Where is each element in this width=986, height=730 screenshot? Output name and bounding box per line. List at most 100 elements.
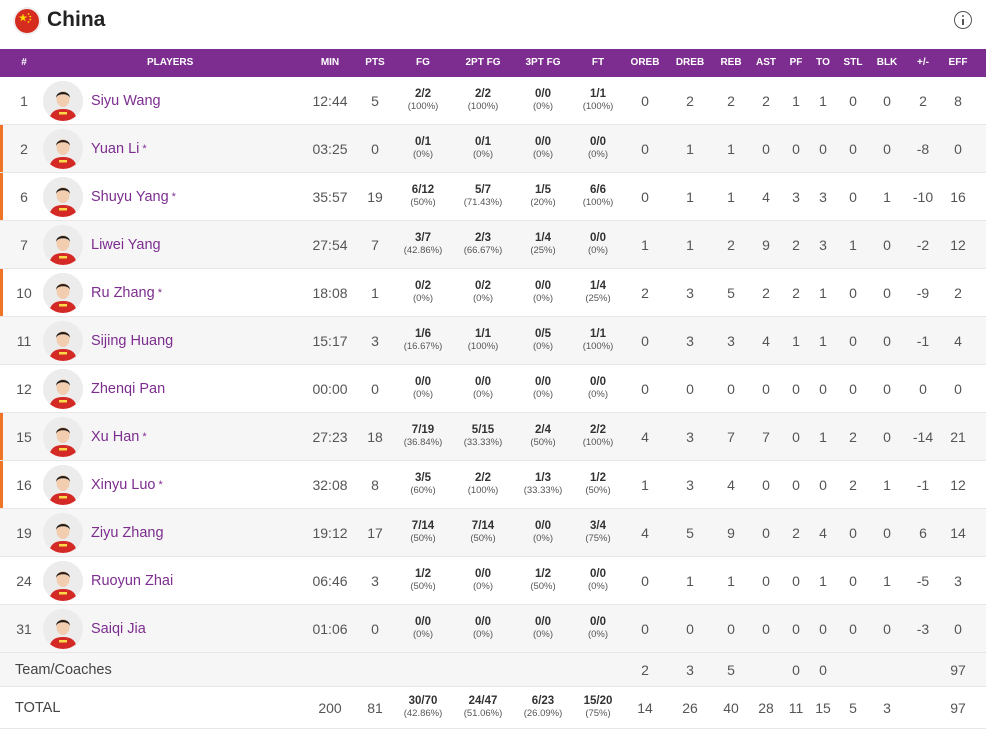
col-header-reb[interactable]: REB: [720, 49, 741, 77]
col-header-ft[interactable]: FT: [592, 49, 604, 77]
player-avatar[interactable]: [43, 465, 83, 505]
stl-value: 0: [849, 524, 857, 541]
player-name-link[interactable]: Xinyu Luo *: [91, 461, 163, 508]
table-row[interactable]: 16 Xinyu Luo * 32:08 8 3/5 (60%) 2/2 (100%) 1/3 (3…: [0, 461, 986, 509]
total-label: TOTAL: [15, 699, 61, 716]
player-name-link[interactable]: Liwei Yang: [91, 221, 161, 268]
player-name[interactable]: Ru Zhang: [91, 285, 155, 301]
ast-value: 0: [762, 380, 770, 397]
col-header-pf[interactable]: PF: [790, 49, 803, 77]
player-name-link[interactable]: Yuan Li *: [91, 125, 147, 172]
player-name-link[interactable]: Ruoyun Zhai: [91, 557, 173, 604]
player-name[interactable]: Saiqi Jia: [91, 621, 146, 637]
col-header-fg3[interactable]: 3PT FG: [525, 49, 560, 77]
table-row[interactable]: 7 Liwei Yang 27:54 7 3/7 (42.86%) 2/3 (66.67%) 1…: [0, 221, 986, 269]
player-name-link[interactable]: Sijing Huang: [91, 317, 173, 364]
player-avatar[interactable]: [43, 177, 83, 217]
two-point-fg: 0/1 (0%): [473, 125, 493, 172]
player-name[interactable]: Yuan Li: [91, 141, 139, 157]
free-throws-made-attempted: 0/0: [590, 616, 606, 629]
player-name[interactable]: Shuyu Yang: [91, 189, 169, 205]
col-header-dreb[interactable]: DREB: [676, 49, 704, 77]
col-header-fg2[interactable]: 2PT FG: [465, 49, 500, 77]
col-header-pts[interactable]: PTS: [365, 49, 384, 77]
player-name-link[interactable]: Ziyu Zhang: [91, 509, 164, 556]
table-row[interactable]: 15 Xu Han * 27:23 18 7/19 (36.84%) 5/15 (33.33%)…: [0, 413, 986, 461]
free-throws-percentage: (0%): [587, 148, 609, 160]
player-name-link[interactable]: Ru Zhang *: [91, 269, 162, 316]
player-name-link[interactable]: Siyu Wang: [91, 77, 161, 124]
player-number: 2: [20, 140, 28, 157]
player-name[interactable]: Siyu Wang: [91, 93, 161, 109]
col-header-min[interactable]: MIN: [321, 49, 339, 77]
player-avatar[interactable]: [43, 417, 83, 457]
pm-value: -3: [916, 620, 930, 637]
dreb-value: 0: [686, 620, 694, 637]
player-avatar[interactable]: [43, 513, 83, 553]
table-row[interactable]: 2 Yuan Li * 03:25 0 0/1 (0%) 0/1 (0%) 0/0 (0%) 0/0(…: [0, 125, 986, 173]
table-row[interactable]: 1 Siyu Wang 12:44 5 2/2 (100%) 2/2 (100%) 0/0 (0%…: [0, 77, 986, 125]
col-header-num[interactable]: #: [21, 49, 27, 77]
player-name-link[interactable]: Shuyu Yang *: [91, 173, 176, 220]
points: 0: [371, 380, 379, 397]
player-name[interactable]: Ruoyun Zhai: [91, 573, 173, 589]
info-icon[interactable]: [954, 11, 972, 29]
player-avatar[interactable]: [43, 609, 83, 649]
oreb-value: 4: [641, 428, 649, 445]
field-goals: 0/1 (0%): [413, 125, 433, 172]
table-row[interactable]: 6 Shuyu Yang * 35:57 19 6/12 (50%) 5/7 (71.43%) 1…: [0, 173, 986, 221]
field-goals-percentage: (50%): [410, 532, 436, 544]
team-coaches-row: Team/Coaches 2 3 5 0 0 97: [0, 653, 986, 687]
reb-value: 9: [727, 524, 735, 541]
table-row[interactable]: 24 Ruoyun Zhai 06:46 3 1/2 (50%) 0/0 (0%) 1/2 (50…: [0, 557, 986, 605]
table-row[interactable]: 10 Ru Zhang * 18:08 1 0/2 (0%) 0/2 (0%) 0/0 (0%) 1/…: [0, 269, 986, 317]
team-dreb-value: 3: [686, 661, 694, 678]
starter-marker: *: [171, 190, 176, 203]
player-avatar[interactable]: [43, 561, 83, 601]
col-header-to[interactable]: TO: [816, 49, 830, 77]
col-header-ast[interactable]: AST: [756, 49, 776, 77]
table-row[interactable]: 19 Ziyu Zhang 19:12 17 7/14 (50%) 7/14 (50%) 0/0…: [0, 509, 986, 557]
total-row: TOTAL 200 81 30/70 (42.86%) 24/47 (51.06%) 6/23…: [0, 687, 986, 729]
points: 8: [371, 476, 379, 493]
three-point-fg: 0/0 (0%): [533, 509, 553, 556]
col-header-fg[interactable]: FG: [416, 49, 430, 77]
two-point-fg-made-attempted: 5/7: [475, 184, 491, 197]
table-row[interactable]: 11 Sijing Huang 15:17 3 1/6 (16.67%) 1/1 (100%)…: [0, 317, 986, 365]
player-avatar[interactable]: [43, 81, 83, 121]
table-row[interactable]: 31 Saiqi Jia 01:06 0 0/0 (0%) 0/0 (0%) 0/0 (0%) 0/…: [0, 605, 986, 653]
field-goals-made-attempted: 1/6: [415, 328, 431, 341]
oreb-value: 0: [641, 332, 649, 349]
two-point-fg: 0/0 (0%): [473, 365, 493, 412]
eff-value: 4: [954, 332, 962, 349]
player-name-link[interactable]: Xu Han *: [91, 413, 147, 460]
player-name-link[interactable]: Saiqi Jia: [91, 605, 146, 652]
player-name[interactable]: Sijing Huang: [91, 333, 173, 349]
col-header-players[interactable]: PLAYERS: [147, 49, 193, 77]
player-name[interactable]: Xinyu Luo: [91, 477, 156, 493]
col-header-pm[interactable]: +/-: [917, 49, 929, 77]
dreb-value: 2: [686, 92, 694, 109]
player-avatar[interactable]: [43, 129, 83, 169]
field-goals-percentage: (36.84%): [403, 436, 443, 448]
field-goals-made-attempted: 0/1: [415, 136, 431, 149]
reb-value: 7: [727, 428, 735, 445]
player-avatar[interactable]: [43, 321, 83, 361]
col-header-blk[interactable]: BLK: [877, 49, 898, 77]
player-avatar[interactable]: [43, 273, 83, 313]
three-point-fg-made-attempted: 1/2: [535, 568, 551, 581]
reb-value: 4: [727, 476, 735, 493]
player-name-link[interactable]: Zhenqi Pan: [91, 365, 165, 412]
eff-value: 14: [950, 524, 966, 541]
col-header-oreb[interactable]: OREB: [631, 49, 660, 77]
player-name[interactable]: Xu Han: [91, 429, 139, 445]
total-two-point-fg-made-attempted: 24/47: [468, 695, 498, 708]
player-name[interactable]: Ziyu Zhang: [91, 525, 164, 541]
col-header-eff[interactable]: EFF: [949, 49, 968, 77]
table-row[interactable]: 12 Zhenqi Pan 00:00 0 0/0 (0%) 0/0 (0%) 0/0 (0%) 0…: [0, 365, 986, 413]
player-avatar[interactable]: [43, 225, 83, 265]
player-avatar[interactable]: [43, 369, 83, 409]
player-name[interactable]: Zhenqi Pan: [91, 381, 165, 397]
col-header-stl[interactable]: STL: [844, 49, 863, 77]
player-name[interactable]: Liwei Yang: [91, 237, 161, 253]
